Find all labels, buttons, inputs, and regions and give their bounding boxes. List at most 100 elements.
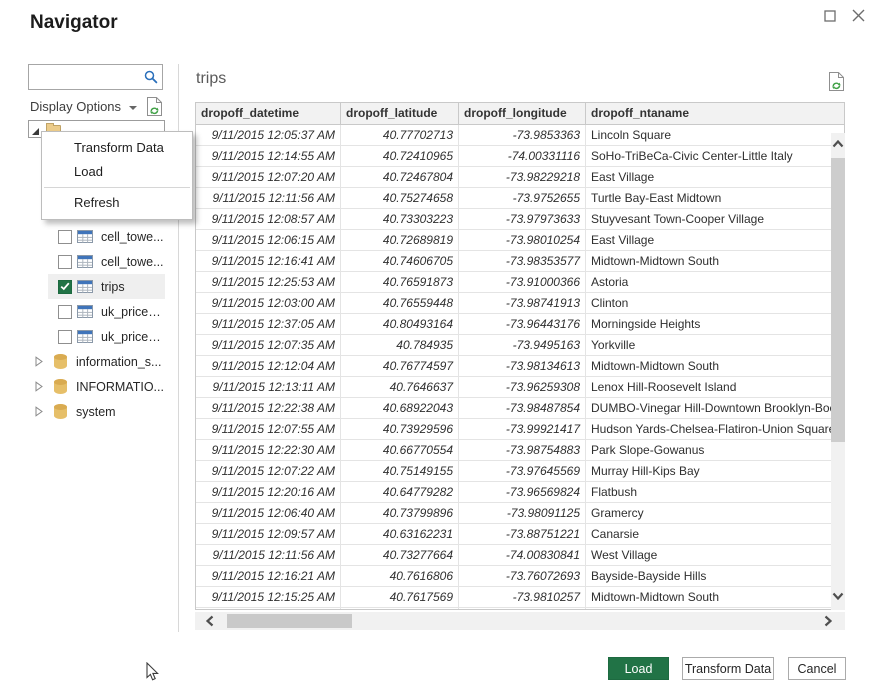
- search-box: [28, 64, 163, 90]
- table-cell: Canarsie: [586, 524, 845, 545]
- table-body: 9/11/2015 12:05:37 AM40.77702713-73.9853…: [196, 125, 844, 610]
- transform-data-button[interactable]: Transform Data: [682, 657, 774, 680]
- maximize-icon: [824, 10, 836, 25]
- table-cell: 9/11/2015 12:11:56 AM: [196, 545, 341, 566]
- table-cell: 9/11/2015 12:22:30 AM: [196, 440, 341, 461]
- context-menu-item-refresh[interactable]: Refresh: [42, 191, 192, 215]
- scroll-down-icon[interactable]: [831, 590, 845, 602]
- table-cell: -73.98353577: [459, 251, 586, 272]
- column-header-dropoff_latitude[interactable]: dropoff_latitude: [341, 103, 459, 124]
- database-icon: [54, 354, 67, 369]
- cancel-button[interactable]: Cancel: [788, 657, 846, 680]
- checkbox-trips[interactable]: [58, 280, 72, 294]
- table-cell: 9/11/2015 12:06:15 AM: [196, 230, 341, 251]
- horizontal-scrollbar-thumb[interactable]: [227, 614, 352, 628]
- table-cell: -73.88751221: [459, 524, 586, 545]
- table-cell: 9/11/2015 12:07:35 AM: [196, 335, 341, 356]
- refresh-icon[interactable]: [146, 96, 163, 122]
- tree-item-system[interactable]: system: [28, 399, 165, 424]
- table-cell: 40.76591873: [341, 272, 459, 293]
- tree-item-trips[interactable]: trips: [28, 274, 165, 299]
- table-cell: 40.72689819: [341, 230, 459, 251]
- table-cell: -73.76072693: [459, 566, 586, 587]
- scroll-up-icon[interactable]: [831, 138, 845, 150]
- table-cell: East Village: [586, 167, 845, 188]
- table-cell: 40.75149155: [341, 461, 459, 482]
- tree-item-label: uk_price_...: [101, 330, 165, 344]
- column-header-dropoff_ntaname[interactable]: dropoff_ntaname: [586, 103, 845, 124]
- tree-item-informatio[interactable]: INFORMATIO...: [28, 374, 165, 399]
- tree-item-information-s[interactable]: information_s...: [28, 349, 165, 374]
- close-button[interactable]: [849, 8, 867, 26]
- checkbox-uk-price[interactable]: [58, 330, 72, 344]
- maximize-button[interactable]: [821, 8, 839, 26]
- table-cell: 9/11/2015 12:08:57 AM: [196, 209, 341, 230]
- table-cell: 40.74606705: [341, 251, 459, 272]
- context-menu-item-transform-data[interactable]: Transform Data: [42, 136, 192, 160]
- table-cell: 9/11/2015 12:11:56 AM: [196, 188, 341, 209]
- tree-item-uk-price[interactable]: uk_price_...: [28, 324, 165, 349]
- table-cell: -73.98741913: [459, 293, 586, 314]
- table-cell: [196, 608, 341, 610]
- display-options-dropdown[interactable]: Display Options: [30, 99, 137, 114]
- table-cell: 9/11/2015 12:14:55 AM: [196, 146, 341, 167]
- table-cell: -73.98134613: [459, 356, 586, 377]
- search-icon[interactable]: [140, 70, 162, 84]
- refresh-preview-icon[interactable]: [828, 71, 845, 97]
- table-cell: Astoria: [586, 272, 845, 293]
- context-menu-item-load[interactable]: Load: [42, 160, 192, 184]
- table-cell: -73.98754883: [459, 440, 586, 461]
- tree-item-uk-price[interactable]: uk_price_...: [28, 299, 165, 324]
- collapsed-caret-icon: [35, 356, 43, 367]
- table-cell: 9/11/2015 12:09:57 AM: [196, 524, 341, 545]
- table-cell: Midtown-Midtown South: [586, 587, 845, 608]
- table-cell: Murray Hill-Kips Bay: [586, 461, 845, 482]
- table-row: 9/11/2015 12:15:25 AM40.7617569-73.98102…: [196, 587, 844, 608]
- table-row: 9/11/2015 12:11:56 AM40.75274658-73.9752…: [196, 188, 844, 209]
- table-cell: 40.73303223: [341, 209, 459, 230]
- table-cell: Stuyvesant Town-Cooper Village: [586, 209, 845, 230]
- table-cell: Turtle Bay-East Midtown: [586, 188, 845, 209]
- scroll-right-icon[interactable]: [821, 615, 835, 627]
- scroll-left-icon[interactable]: [203, 615, 217, 627]
- table-row: 9/11/2015 12:06:15 AM40.72689819-73.9801…: [196, 230, 844, 251]
- table-row: 9/11/2015 12:09:57 AM40.63162231-73.8875…: [196, 524, 844, 545]
- table-row: 9/11/2015 12:08:57 AM40.73303223-73.9797…: [196, 209, 844, 230]
- horizontal-scrollbar[interactable]: [195, 612, 845, 630]
- table-cell: 9/11/2015 12:20:16 AM: [196, 482, 341, 503]
- table-cell: 40.77702713: [341, 125, 459, 146]
- table-cell: -73.9495163: [459, 335, 586, 356]
- tree-item-cell-towe[interactable]: cell_towe...: [28, 224, 165, 249]
- table-cell: -73.91000366: [459, 272, 586, 293]
- tree-item-label: cell_towe...: [101, 255, 164, 269]
- context-menu-divider: [44, 187, 190, 188]
- close-icon: [852, 9, 865, 25]
- table-cell: Midtown-Midtown South: [586, 356, 845, 377]
- table-icon: [77, 280, 93, 293]
- tree-item-label: system: [76, 405, 116, 419]
- table-cell: Lincoln Square: [586, 125, 845, 146]
- table-cell: 40.76774597: [341, 356, 459, 377]
- checkbox-uk-price[interactable]: [58, 305, 72, 319]
- vertical-scrollbar[interactable]: [831, 133, 845, 610]
- load-button[interactable]: Load: [608, 657, 669, 680]
- context-menu: Transform DataLoad Refresh: [41, 131, 193, 220]
- search-input[interactable]: [29, 65, 140, 89]
- table-cell: Flatbush: [586, 482, 845, 503]
- table-cell: Clinton: [586, 293, 845, 314]
- checkbox-cell-towe[interactable]: [58, 230, 72, 244]
- column-header-dropoff_longitude[interactable]: dropoff_longitude: [459, 103, 586, 124]
- checkbox-cell-towe[interactable]: [58, 255, 72, 269]
- table-cell: 40.76559448: [341, 293, 459, 314]
- tree-list: cell_towe...cell_towe...cell_towe...trip…: [28, 199, 165, 424]
- tree-item-cell-towe[interactable]: cell_towe...: [28, 249, 165, 274]
- tree-item-label: uk_price_...: [101, 305, 165, 319]
- table-cell: East Village: [586, 230, 845, 251]
- tree-item-label: INFORMATIO...: [76, 380, 164, 394]
- table-cell: 9/11/2015 12:06:40 AM: [196, 503, 341, 524]
- vertical-scrollbar-thumb[interactable]: [831, 158, 845, 442]
- tree-item-label: cell_towe...: [101, 230, 164, 244]
- table-cell: Morningside Heights: [586, 314, 845, 335]
- column-header-dropoff_datetime[interactable]: dropoff_datetime: [196, 103, 341, 124]
- table-cell: 9/11/2015 12:25:53 AM: [196, 272, 341, 293]
